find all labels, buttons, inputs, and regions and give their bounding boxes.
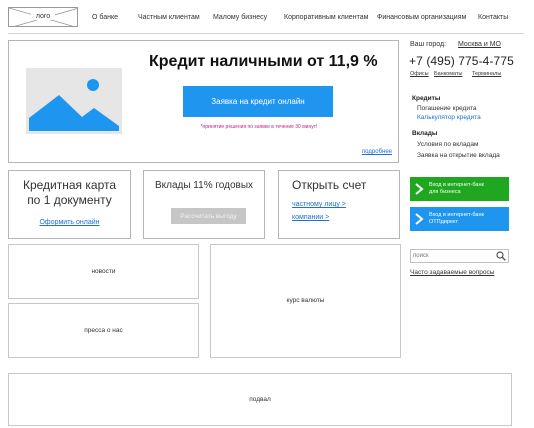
deposit-promo: Вклады 11% годовых Рассчитать выгоду	[143, 170, 265, 239]
footer-label: подвал	[249, 396, 271, 403]
deposit-application-link[interactable]: Заявка на открытие вклада	[417, 152, 500, 159]
otp-direct-label: Вход в интернет-банк ОТПдирект	[429, 212, 484, 225]
nav-private-clients[interactable]: Частным клиентам	[138, 14, 200, 21]
apply-card-online-link-text[interactable]: Оформить онлайн	[39, 219, 99, 226]
exchange-rates-block: курс валюты	[210, 244, 401, 358]
hero-title: Кредит наличными от 11,9 %	[149, 53, 378, 70]
otp-bank-line1: Вход в интернет-банк	[429, 212, 484, 218]
nav-contacts[interactable]: Контакты	[478, 14, 508, 21]
deposits-heading: Вклады	[412, 130, 438, 137]
atms-link[interactable]: Банкоматы	[434, 71, 462, 77]
offices-link[interactable]: Офисы	[410, 71, 429, 77]
nav-about[interactable]: О банке	[92, 14, 118, 21]
account-company-link[interactable]: компании >	[292, 214, 329, 221]
credit-calculator-link[interactable]: Калькулятор кредита	[417, 114, 481, 121]
business-internet-bank-button[interactable]: Вход в интернет-банк для бизнеса	[410, 177, 509, 201]
nav-divider	[8, 33, 524, 34]
apply-card-online-link[interactable]: Оформить онлайн	[9, 219, 130, 226]
news-block: новости	[8, 244, 199, 299]
logo[interactable]: лого	[8, 7, 78, 27]
phone-number: +7 (495) 775-4-775	[409, 54, 514, 68]
calculate-benefit-button[interactable]: Рассчитать выгоду	[171, 208, 246, 224]
business-bank-line2: для бизнеса	[429, 188, 461, 195]
nav-small-business[interactable]: Малому бизнесу	[213, 14, 267, 21]
credit-card-title-line2: по 1 документу	[27, 193, 112, 207]
credit-repayment-link[interactable]: Погашение кредита	[417, 105, 476, 112]
nav-financial-organizations[interactable]: Финансовым организациям	[377, 14, 466, 21]
otp-direct-internet-bank-button[interactable]: Вход в интернет-банк ОТПдирект	[410, 207, 509, 231]
business-bank-line1: Вход в интернет-банк	[429, 182, 484, 188]
credit-card-promo-title: Кредитная карта по 1 документу	[9, 178, 130, 208]
credit-card-title-line1: Кредитная карта	[22, 178, 117, 192]
otp-bank-line2: ОТПдирект	[429, 218, 458, 225]
news-label: новости	[91, 268, 116, 275]
city-selector[interactable]: Москва и МО	[458, 41, 501, 48]
search-box	[410, 249, 509, 263]
faq-link[interactable]: Часто задаваемые вопросы	[410, 269, 494, 276]
credits-heading: Кредиты	[412, 95, 441, 102]
city-label: Ваш город:	[410, 41, 447, 48]
logo-text: лого	[31, 13, 55, 20]
credit-card-promo: Кредитная карта по 1 документу Оформить …	[8, 170, 131, 239]
chevron-right-icon	[415, 183, 424, 195]
chevron-right-icon	[415, 213, 424, 225]
hero-more-link[interactable]: подробнее	[362, 149, 392, 155]
deposit-terms-link[interactable]: Условия по вкладам	[417, 141, 478, 148]
image-placeholder-icon	[26, 68, 122, 134]
account-private-person-link[interactable]: частному лицу >	[292, 201, 346, 208]
open-account-promo: Открыть счет частному лицу > компании >	[278, 170, 400, 239]
search-input[interactable]	[411, 250, 493, 262]
exchange-rates-label: курс валюты	[286, 297, 325, 304]
search-icon[interactable]	[496, 251, 506, 261]
nav-corporate-clients[interactable]: Корпоративным клиентам	[284, 14, 368, 21]
terminals-link[interactable]: Терминалы	[472, 71, 501, 77]
apply-credit-online-button[interactable]: Заявка на кредит онлайн	[183, 86, 333, 117]
open-account-title: Открыть счет	[292, 178, 367, 192]
hero-note: *принятие решения по заявке в течение 30…	[200, 124, 318, 130]
footer: подвал	[8, 373, 512, 426]
press-block: пресса о нас	[8, 303, 199, 358]
press-label: пресса о нас	[84, 327, 123, 334]
business-internet-bank-label: Вход в интернет-банк для бизнеса	[429, 182, 484, 195]
deposit-promo-title: Вклады 11% годовых	[154, 180, 254, 191]
hero-banner: Кредит наличными от 11,9 % Заявка на кре…	[8, 40, 399, 163]
